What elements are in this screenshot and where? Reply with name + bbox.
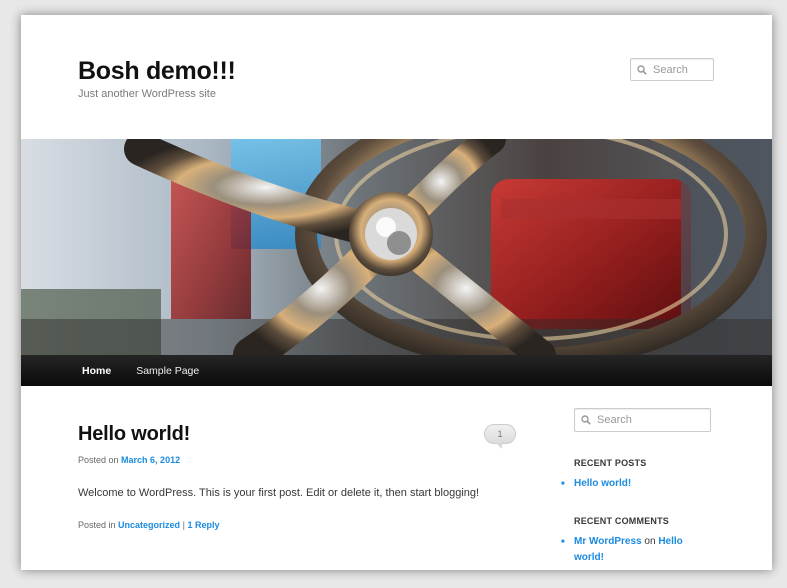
recent-post-link[interactable]: Hello world! [574, 478, 631, 489]
search-icon [581, 415, 591, 425]
list-item: Mr WordPress on Hello world! [561, 534, 704, 566]
post-meta: Posted on March 6, 2012 [78, 455, 180, 465]
recent-posts-list: Hello world! [561, 476, 631, 492]
recent-posts-heading: RECENT POSTS [574, 458, 647, 468]
comment-on-text: on [644, 536, 656, 547]
nav-item-sample-page[interactable]: Sample Page [136, 365, 199, 377]
main-navigation: Home Sample Page [21, 355, 772, 386]
reply-link[interactable]: 1 Reply [187, 520, 219, 530]
page-container: Bosh demo!!! Just another WordPress site [21, 15, 772, 570]
site-tagline: Just another WordPress site [78, 88, 216, 100]
list-item: Hello world! [561, 476, 631, 492]
header-search-input[interactable] [653, 63, 713, 76]
header-image [21, 139, 772, 355]
post-content: Welcome to WordPress. This is your first… [78, 487, 480, 499]
post-date-link[interactable]: March 6, 2012 [121, 455, 180, 465]
post-footer: Posted in Uncategorized | 1 Reply [78, 520, 219, 530]
category-link[interactable]: Uncategorized [118, 520, 180, 530]
sidebar-search-input[interactable] [597, 414, 710, 426]
nav-item-home[interactable]: Home [82, 365, 111, 377]
search-icon [637, 64, 647, 75]
recent-comments-heading: RECENT COMMENTS [574, 516, 669, 526]
header-search-form[interactable] [630, 58, 714, 81]
posted-in-label: Posted in [78, 520, 116, 530]
comment-author-link[interactable]: Mr WordPress [574, 536, 642, 547]
site-title[interactable]: Bosh demo!!! [78, 57, 236, 86]
post-title[interactable]: Hello world! [78, 423, 190, 446]
posted-on-label: Posted on [78, 455, 119, 465]
footer-separator: | [182, 520, 185, 530]
recent-comments-list: Mr WordPress on Hello world! [561, 534, 704, 566]
sidebar-search-form[interactable] [574, 408, 711, 432]
comment-count-bubble[interactable]: 1 [484, 424, 516, 449]
